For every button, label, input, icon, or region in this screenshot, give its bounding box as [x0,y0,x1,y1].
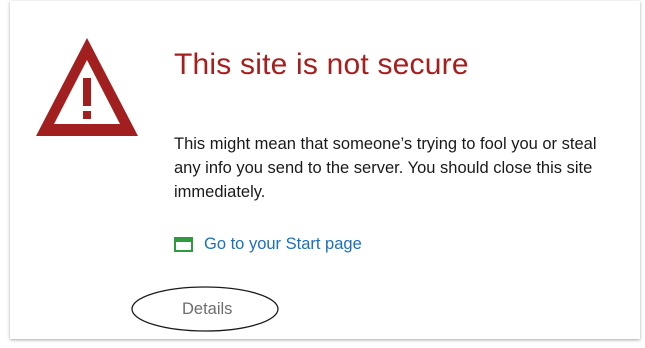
warning-message: This might mean that someone’s trying to… [174,135,597,201]
security-warning-panel: This site is not secure This might mean … [10,1,640,339]
warning-triangle-icon [36,38,138,136]
page: This site is not secure This might mean … [0,0,645,348]
details-label: Details [182,300,233,318]
start-page-link-label: Go to your Start page [204,235,362,253]
go-to-start-page-link[interactable]: Go to your Start page [174,235,362,254]
browser-window-icon [174,237,193,252]
page-title: This site is not secure [174,48,469,81]
details-button[interactable]: Details [130,285,280,333]
